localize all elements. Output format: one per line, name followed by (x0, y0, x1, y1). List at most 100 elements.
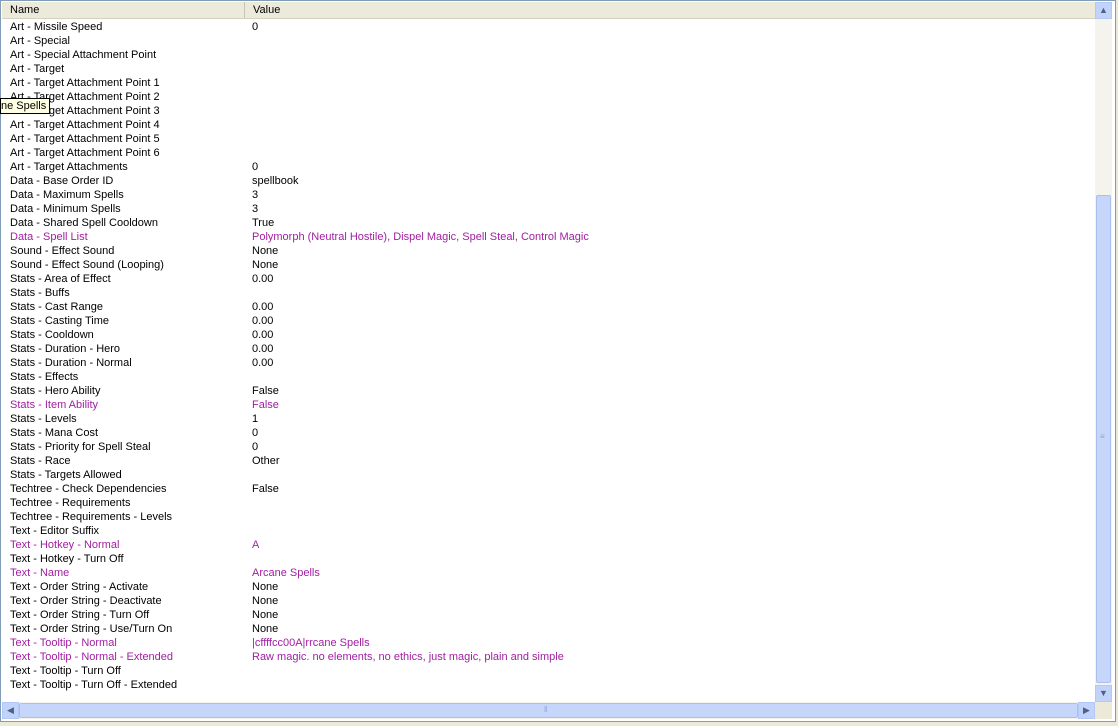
table-row[interactable]: Stats - Buffs (2, 286, 1095, 300)
field-name: Text - Editor Suffix (10, 525, 100, 537)
table-row[interactable]: Data - Base Order ID spellbook (2, 174, 1095, 188)
vertical-scroll-thumb[interactable]: ≡ (1096, 195, 1111, 683)
table-row[interactable]: Text - Tooltip - Normal |cffffcc00A|rrcan… (2, 636, 1095, 650)
table-row[interactable]: Stats - Mana Cost 0 (2, 426, 1095, 440)
field-name: Text - Name (10, 567, 70, 579)
table-row[interactable]: Stats - Cooldown 0.00 (2, 328, 1095, 342)
table-row[interactable]: Stats - Race Other (2, 454, 1095, 468)
table-row[interactable]: Stats - Duration - Hero 0.00 (2, 342, 1095, 356)
table-row[interactable]: Data - Shared Spell Cooldown True (2, 216, 1095, 230)
table-row[interactable]: Text - Order String - Turn Off None (2, 608, 1095, 622)
field-name: Text - Order String - Use/Turn On (10, 623, 173, 635)
field-value: 0.00 (252, 329, 274, 341)
field-name: Stats - Item Ability (10, 399, 99, 411)
table-row[interactable]: Stats - Levels 1 (2, 412, 1095, 426)
field-name: Text - Order String - Turn Off (10, 609, 150, 621)
field-name: Text - Hotkey - Normal (10, 539, 120, 551)
table-row[interactable]: Art - Special Attachment Point (2, 48, 1095, 62)
table-row[interactable]: Text - Order String - Deactivate None (2, 594, 1095, 608)
field-name: Text - Hotkey - Turn Off (10, 553, 124, 565)
table-row[interactable]: Techtree - Requirements - Levels (2, 510, 1095, 524)
table-row[interactable]: Art - Missile Speed 0 (2, 20, 1095, 34)
table-row[interactable]: Text - Hotkey - Normal A (2, 538, 1095, 552)
table-row[interactable]: Stats - Hero Ability False (2, 384, 1095, 398)
field-name: Data - Base Order ID (10, 175, 114, 187)
table-row[interactable]: Data - Minimum Spells 3 (2, 202, 1095, 216)
table-row[interactable]: Art - Target Attachment Point 4 (2, 118, 1095, 132)
table-row[interactable]: Stats - Casting Time 0.00 (2, 314, 1095, 328)
field-value: 3 (252, 189, 259, 201)
table-row[interactable]: Text - Tooltip - Turn Off - Extended (2, 678, 1095, 692)
value-column-header[interactable]: Value (245, 2, 1095, 18)
table-row[interactable]: Text - Tooltip - Turn Off (2, 664, 1095, 678)
table-row[interactable]: Stats - Duration - Normal 0.00 (2, 356, 1095, 370)
field-value: 3 (252, 203, 259, 215)
field-value: 0 (252, 427, 259, 439)
table-row[interactable]: Stats - Effects (2, 370, 1095, 384)
table-row[interactable]: Art - Special (2, 34, 1095, 48)
table-row[interactable]: Stats - Area of Effect 0.00 (2, 272, 1095, 286)
table-row[interactable]: Stats - Priority for Spell Steal 0 (2, 440, 1095, 454)
field-value: 0 (252, 21, 259, 33)
table-row[interactable]: Text - Hotkey - Turn Off (2, 552, 1095, 566)
field-value: True (252, 217, 275, 229)
table-row[interactable]: Techtree - Check Dependencies False (2, 482, 1095, 496)
table-row[interactable]: Art - Target Attachment Point 2 (2, 90, 1095, 104)
table-row[interactable]: Stats - Targets Allowed (2, 468, 1095, 482)
table-row[interactable]: Text - Name Arcane Spells (2, 566, 1095, 580)
field-name: Stats - Area of Effect (10, 273, 111, 285)
table-row[interactable]: Text - Tooltip - Normal - Extended Raw ma… (2, 650, 1095, 664)
field-value: 0.00 (252, 301, 274, 313)
object-fields-list: Name Value Art - Missile Speed 0 Art - Spe… (0, 0, 1116, 722)
field-name: Data - Maximum Spells (10, 189, 124, 201)
field-name: Text - Tooltip - Normal - Extended (10, 651, 174, 663)
field-name: Techtree - Requirements - Levels (10, 511, 173, 523)
table-row[interactable]: Text - Order String - Use/Turn On None (2, 622, 1095, 636)
field-value: None (252, 581, 279, 593)
field-value: None (252, 259, 279, 271)
table-row[interactable]: Sound - Effect Sound None (2, 244, 1095, 258)
table-row[interactable]: Data - Spell List Polymorph (Neutral Host… (2, 230, 1095, 244)
table-row[interactable]: Stats - Cast Range 0.00 (2, 300, 1095, 314)
table-row[interactable]: Art - Target Attachment Point 3 (2, 104, 1095, 118)
table-row[interactable]: Sound - Effect Sound (Looping) None (2, 258, 1095, 272)
field-name: Stats - Hero Ability (10, 385, 101, 397)
field-name: Stats - Cast Range (10, 301, 103, 313)
horizontal-scrollbar[interactable]: ◀ ‖ ▶ (2, 702, 1095, 719)
table-row[interactable]: Data - Maximum Spells 3 (2, 188, 1095, 202)
field-name: Stats - Effects (10, 371, 79, 383)
field-name: Data - Spell List (10, 231, 88, 243)
table-row[interactable]: Art - Target Attachment Point 5 (2, 132, 1095, 146)
table-row[interactable]: Art - Target Attachment Point 1 (2, 76, 1095, 90)
table-row[interactable]: Text - Editor Suffix (2, 524, 1095, 538)
field-value: Other (252, 455, 280, 467)
field-name: Stats - Casting Time (10, 315, 110, 327)
field-value: spellbook (252, 175, 299, 187)
table-row[interactable]: Art - Target (2, 62, 1095, 76)
table-row[interactable]: Techtree - Requirements (2, 496, 1095, 510)
arrow-down-icon[interactable]: ▼ (1095, 685, 1112, 702)
field-name: Stats - Duration - Normal (10, 357, 132, 369)
arrow-left-icon[interactable]: ◀ (2, 702, 19, 719)
field-value: False (252, 385, 279, 397)
field-name: Text - Tooltip - Normal (10, 637, 117, 649)
field-name: Art - Target (10, 63, 65, 75)
field-name: Art - Special Attachment Point (10, 49, 157, 61)
horizontal-scroll-thumb[interactable]: ‖ (19, 703, 1078, 718)
vertical-scrollbar[interactable]: ▲ ≡ ▼ (1095, 2, 1112, 702)
table-row[interactable]: Text - Order String - Activate None (2, 580, 1095, 594)
table-row[interactable]: Stats - Item Ability False (2, 398, 1095, 412)
field-value: Polymorph (Neutral Hostile), Dispel Magi… (252, 231, 589, 243)
field-value: None (252, 245, 279, 257)
field-name: Stats - Priority for Spell Steal (10, 441, 151, 453)
arrow-up-icon[interactable]: ▲ (1095, 2, 1112, 19)
field-name: Text - Tooltip - Turn Off - Extended (10, 679, 178, 691)
field-value: |cffffcc00A|rrcane Spells (252, 637, 370, 649)
field-name: Text - Tooltip - Turn Off (10, 665, 121, 677)
table-row[interactable]: Art - Target Attachments 0 (2, 160, 1095, 174)
arrow-right-icon[interactable]: ▶ (1078, 702, 1095, 719)
field-value: Raw magic. no elements, no ethics, just … (252, 651, 564, 663)
name-column-header[interactable]: Name (2, 2, 245, 18)
field-name: Text - Order String - Deactivate (10, 595, 162, 607)
table-row[interactable]: Art - Target Attachment Point 6 (2, 146, 1095, 160)
